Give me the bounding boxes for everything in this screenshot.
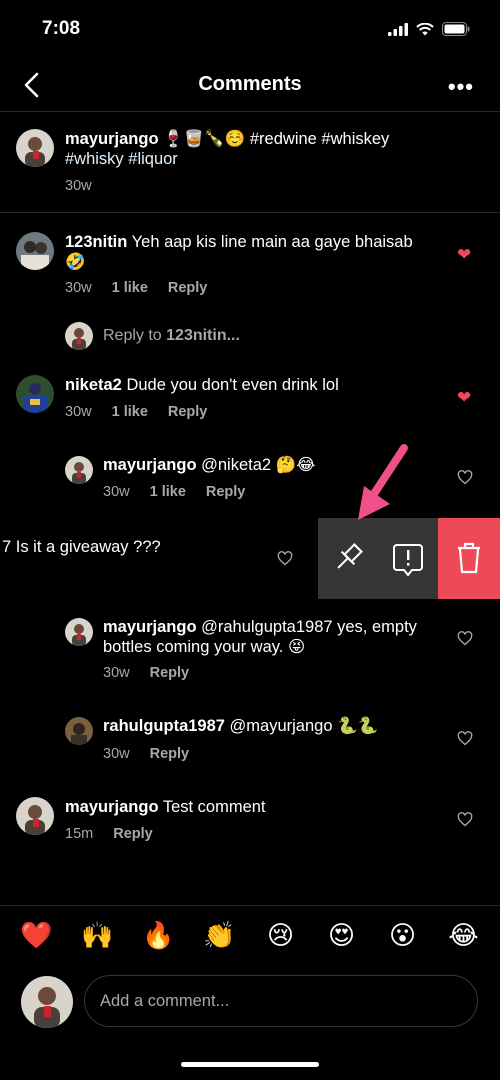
- emoji-quick-bar: ❤️ 🙌 🔥 👏 😢 😍 😮 😂: [0, 920, 500, 951]
- list-item: niketa2 Dude you don't even drink lol: [65, 375, 455, 395]
- list-item: 123nitin Yeh aap kis line main aa gaye b…: [65, 232, 455, 272]
- comment-likes[interactable]: 1 like: [112, 404, 148, 420]
- reply-to-prompt[interactable]: Reply to 123nitin...: [103, 327, 240, 345]
- comment-body: @mayurjango 🐍🐍: [224, 717, 379, 735]
- list-item: rahulgupta1987 @mayurjango 🐍🐍: [103, 716, 443, 736]
- reply-prompt-prefix: Reply to: [103, 327, 167, 344]
- comment-time: 30w: [65, 280, 92, 296]
- emoji-laugh[interactable]: 😂: [442, 920, 486, 951]
- comment-likes[interactable]: 1 like: [112, 280, 148, 296]
- like-heart-icon[interactable]: [457, 731, 473, 746]
- emoji-heart[interactable]: ❤️: [15, 920, 59, 951]
- like-heart-icon[interactable]: [457, 631, 473, 646]
- comment-username[interactable]: mayurjango: [65, 798, 159, 816]
- caption-line2[interactable]: #whisky #liquor: [65, 150, 178, 168]
- reply-button[interactable]: Reply: [150, 665, 190, 681]
- emoji-surprised[interactable]: 😮: [381, 920, 425, 951]
- comment-body: @niketa2 🤔😂: [196, 456, 316, 474]
- comment-meta: 30w 1 like Reply: [65, 280, 227, 296]
- trash-icon: [458, 542, 480, 574]
- comment-username[interactable]: 123nitin: [65, 233, 127, 251]
- list-item: mayurjango @rahulgupta1987 yes, empty bo…: [103, 617, 443, 657]
- emoji-fire[interactable]: 🔥: [137, 920, 181, 951]
- comment-time: 30w: [65, 404, 92, 420]
- emoji-heart-eyes[interactable]: 😍: [320, 920, 364, 951]
- comment-body: Dude you don't even drink lol: [121, 376, 339, 394]
- caption-line1: 🍷🥃🍾☺️ #redwine #whiskey: [158, 130, 390, 148]
- avatar[interactable]: [16, 129, 54, 167]
- comment-time: 30w: [103, 484, 130, 500]
- avatar[interactable]: [16, 375, 54, 413]
- liked-heart-icon[interactable]: ❤: [457, 388, 471, 408]
- reply-button[interactable]: Reply: [113, 826, 153, 842]
- emoji-clap[interactable]: 👏: [198, 920, 242, 951]
- reply-button[interactable]: Reply: [206, 484, 246, 500]
- caption-meta: 30w: [65, 178, 112, 194]
- comment-username[interactable]: rahulgupta1987: [103, 717, 225, 735]
- avatar[interactable]: [16, 797, 54, 835]
- composer-avatar: [21, 976, 73, 1028]
- caption-username[interactable]: mayurjango: [65, 130, 159, 148]
- emoji-cry[interactable]: 😢: [259, 920, 303, 951]
- emoji-raised-hands[interactable]: 🙌: [76, 920, 120, 951]
- caption-text: mayurjango 🍷🥃🍾☺️ #redwine #whiskey #whis…: [65, 129, 485, 169]
- swiped-comment-text: 7 Is it a giveaway ???: [2, 538, 161, 556]
- status-time: 7:08: [42, 18, 81, 39]
- comment-body-line2: bottles coming your way. 😝: [103, 638, 306, 656]
- comment-username[interactable]: mayurjango: [103, 456, 197, 474]
- comment-username[interactable]: niketa2: [65, 376, 122, 394]
- reply-button[interactable]: Reply: [150, 746, 190, 762]
- comment-time: 15m: [65, 826, 94, 842]
- reply-prompt-user: 123nitin...: [166, 327, 240, 344]
- cellular-signal-icon: [388, 22, 408, 36]
- reply-button[interactable]: Reply: [168, 404, 208, 420]
- list-item: mayurjango Test comment: [65, 797, 445, 817]
- delete-comment-button[interactable]: [438, 518, 500, 599]
- more-options-button[interactable]: •••: [448, 74, 474, 100]
- battery-icon: [442, 22, 470, 36]
- page-title: Comments: [198, 73, 302, 95]
- annotation-arrow-icon: [358, 444, 408, 520]
- comment-time: 30w: [103, 746, 130, 762]
- comment-body: Yeh aap kis line main aa gaye bhaisab: [127, 233, 413, 251]
- like-heart-icon[interactable]: [457, 470, 473, 485]
- comment-meta: 30w 1 like Reply: [103, 484, 265, 500]
- comment-meta: 30w 1 like Reply: [65, 404, 227, 420]
- liked-heart-icon[interactable]: ❤: [457, 245, 471, 265]
- avatar: [65, 322, 93, 350]
- like-heart-icon[interactable]: [277, 551, 293, 566]
- like-heart-icon[interactable]: [457, 812, 473, 827]
- comment-body: @rahulgupta1987 yes, empty: [196, 618, 417, 636]
- avatar[interactable]: [65, 717, 93, 745]
- comment-emoji: 🤣: [65, 253, 86, 271]
- avatar[interactable]: [16, 232, 54, 270]
- comment-meta: 15m Reply: [65, 826, 173, 842]
- reply-button[interactable]: Reply: [168, 280, 208, 296]
- comment-meta: 30w Reply: [103, 746, 209, 762]
- comment-meta: 30w Reply: [103, 665, 209, 681]
- composer-divider: [0, 905, 500, 906]
- wifi-icon: [416, 22, 434, 35]
- avatar[interactable]: [65, 618, 93, 646]
- comment-body: Test comment: [158, 798, 266, 816]
- avatar[interactable]: [65, 456, 93, 484]
- caption-time: 30w: [65, 178, 92, 194]
- comment-input-placeholder: Add a comment...: [100, 992, 230, 1010]
- comment-likes[interactable]: 1 like: [150, 484, 186, 500]
- header-divider: [0, 111, 500, 112]
- status-icons: [388, 22, 470, 36]
- caption-divider: [0, 212, 500, 213]
- home-indicator: [181, 1062, 319, 1067]
- comment-username[interactable]: mayurjango: [103, 618, 197, 636]
- comment-time: 30w: [103, 665, 130, 681]
